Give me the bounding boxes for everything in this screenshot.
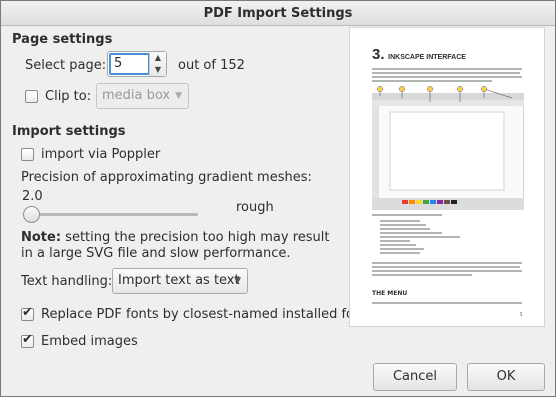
precision-label: Precision of approximating gradient mesh… bbox=[21, 170, 312, 185]
preview-heading-number: 3. bbox=[372, 46, 385, 63]
chevron-down-icon: ▼ bbox=[234, 276, 241, 286]
clip-to-label: Clip to: bbox=[45, 89, 92, 104]
preview-text-line bbox=[372, 68, 522, 70]
select-page-label: Select page: bbox=[25, 58, 107, 73]
window-title: PDF Import Settings bbox=[1, 1, 555, 26]
page-settings-heading: Page settings bbox=[12, 32, 113, 47]
pdf-import-dialog: PDF Import Settings Page settings Select… bbox=[0, 0, 556, 397]
spin-buttons: ▲ ▼ bbox=[149, 52, 166, 76]
preview-text-line bbox=[372, 76, 522, 78]
poppler-checkbox[interactable] bbox=[21, 148, 34, 161]
page-number-input[interactable]: 5 bbox=[109, 53, 150, 75]
precision-note: Note: setting the precision too high may… bbox=[21, 230, 339, 262]
preview-list-line bbox=[380, 236, 460, 238]
preview-list-line bbox=[380, 248, 424, 250]
text-handling-label: Text handling: bbox=[21, 274, 113, 289]
spin-down-icon[interactable]: ▼ bbox=[150, 64, 166, 76]
preview-text-line bbox=[372, 262, 522, 264]
preview-text-line bbox=[372, 270, 522, 272]
text-handling-select[interactable]: Import text as text ▼ bbox=[112, 268, 248, 294]
replace-fonts-label: Replace PDF fonts by closest-named insta… bbox=[41, 307, 375, 322]
text-handling-value: Import text as text bbox=[118, 273, 240, 288]
chevron-down-icon: ▼ bbox=[175, 91, 182, 101]
precision-quality-label: rough bbox=[236, 200, 274, 215]
clip-to-checkbox[interactable] bbox=[25, 90, 38, 103]
precision-slider-track[interactable] bbox=[26, 213, 198, 216]
clip-to-value: media box bbox=[102, 88, 171, 103]
embed-images-checkbox[interactable]: ✔ bbox=[21, 332, 34, 348]
preview-list-line bbox=[380, 224, 426, 226]
precision-value: 2.0 bbox=[22, 189, 43, 204]
preview-heading-text: INKSCAPE INTERFACE bbox=[388, 54, 466, 61]
preview-list-line bbox=[380, 240, 410, 242]
page-spinbutton[interactable]: 5 ▲ ▼ bbox=[107, 51, 167, 77]
page-count-text: out of 152 bbox=[178, 58, 245, 73]
note-text: setting the precision too high may resul… bbox=[21, 230, 330, 261]
poppler-label: import via Poppler bbox=[41, 147, 161, 162]
replace-fonts-checkbox[interactable]: ✔ bbox=[21, 305, 34, 321]
embed-images-label: Embed images bbox=[41, 334, 138, 349]
preview-screenshot-image bbox=[372, 86, 524, 210]
preview-text-line bbox=[372, 274, 472, 276]
note-bold-label: Note: bbox=[21, 230, 62, 245]
checkmark-icon: ✔ bbox=[22, 332, 33, 347]
cancel-button[interactable]: Cancel bbox=[373, 363, 457, 391]
preview-text-line bbox=[372, 72, 520, 74]
preview-list-line bbox=[380, 252, 420, 254]
checkmark-icon: ✔ bbox=[22, 305, 33, 320]
spin-up-icon[interactable]: ▲ bbox=[150, 52, 166, 64]
preview-menu-heading: THE MENU bbox=[372, 290, 408, 297]
preview-text-line bbox=[372, 80, 492, 82]
preview-list-line bbox=[380, 232, 442, 234]
clip-to-select[interactable]: media box ▼ bbox=[96, 83, 189, 109]
preview-list-line bbox=[380, 220, 420, 222]
page-preview: 3. INKSCAPE INTERFACE THE MENU 5 bbox=[349, 27, 545, 327]
ok-button[interactable]: OK bbox=[467, 363, 545, 391]
preview-list-line bbox=[380, 228, 430, 230]
preview-text-line bbox=[372, 302, 522, 304]
preview-text-line bbox=[372, 214, 442, 216]
precision-slider-handle[interactable] bbox=[23, 206, 40, 223]
preview-list-line bbox=[380, 244, 416, 246]
import-settings-heading: Import settings bbox=[12, 124, 126, 139]
preview-page-number: 5 bbox=[520, 312, 523, 317]
preview-heading: 3. INKSCAPE INTERFACE bbox=[372, 46, 466, 63]
preview-text-line bbox=[372, 266, 520, 268]
